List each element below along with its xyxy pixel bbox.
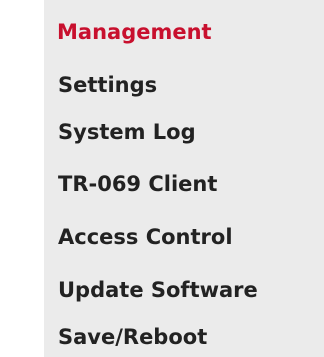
menu-item-update-software[interactable]: Update Software (58, 275, 258, 305)
menu-item-tr-069-client[interactable]: TR-069 Client (58, 169, 217, 199)
menu-item-settings[interactable]: Settings (58, 70, 157, 100)
menu-item-system-log[interactable]: System Log (58, 117, 196, 147)
management-menu-header[interactable]: Management (57, 17, 212, 47)
menu-item-access-control[interactable]: Access Control (58, 222, 233, 252)
menu-item-save-reboot[interactable]: Save/Reboot (58, 322, 207, 352)
management-menu-panel: Management Settings System Log TR-069 Cl… (44, 0, 324, 357)
